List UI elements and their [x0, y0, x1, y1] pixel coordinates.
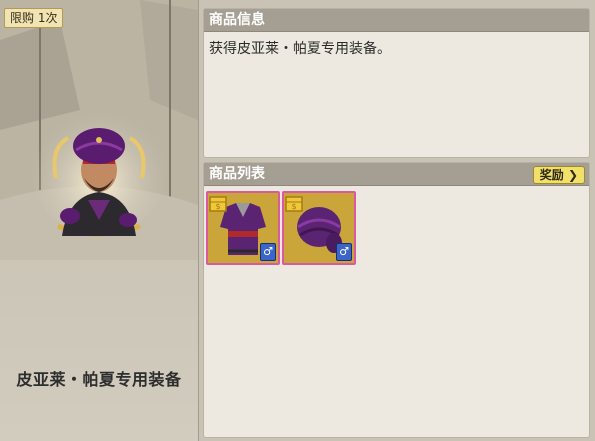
gold-box-icon: $ [285, 196, 303, 212]
item-slot-robe[interactable]: $ ♂ [206, 191, 280, 265]
product-list-header: 商品列表 奖励 ❯ [204, 163, 589, 186]
reward-button[interactable]: 奖励 ❯ [532, 166, 585, 184]
gold-box-icon: $ [209, 196, 227, 212]
svg-text:$: $ [291, 202, 296, 211]
character-panel: 限购 1次 皮亚莱・帕夏专用装备 [0, 0, 199, 441]
chevron-right-icon: ❯ [567, 168, 578, 182]
male-icon: ♂ [260, 243, 276, 261]
purchase-limit-badge: 限购 1次 [4, 8, 64, 28]
product-description: 获得皮亚莱・帕夏专用装备。 [209, 41, 391, 57]
product-items: $ ♂ $ ♂ [204, 186, 589, 265]
male-icon: ♂ [336, 243, 352, 261]
product-info-card: 商品信息 获得皮亚莱・帕夏专用装备。 [203, 8, 590, 158]
svg-text:$: $ [215, 202, 220, 211]
reward-button-label: 奖励 [539, 168, 564, 182]
product-list-card: 商品列表 奖励 ❯ $ ♂ $ ♂ [203, 162, 590, 438]
product-list-title: 商品列表 [209, 166, 265, 182]
character-portrait [52, 128, 146, 237]
product-info-header: 商品信息 [204, 9, 589, 32]
item-slot-turban[interactable]: $ ♂ [282, 191, 356, 265]
product-info-title: 商品信息 [209, 12, 265, 28]
item-name: 皮亚莱・帕夏专用装备 [16, 370, 182, 389]
